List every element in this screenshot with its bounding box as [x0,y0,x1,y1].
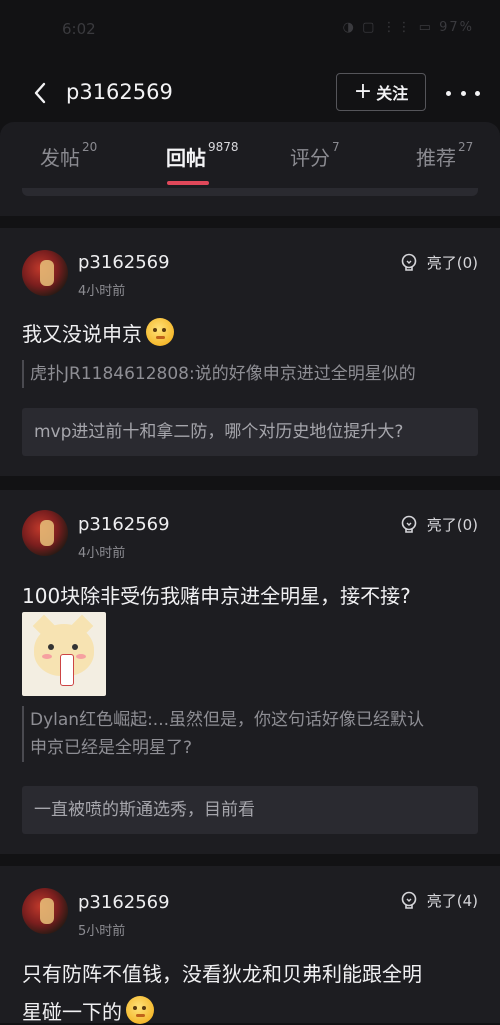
more-dot [475,90,480,96]
thread-title-link[interactable]: 一直被喷的斯通选秀，目前看 [22,786,478,834]
post-time: 4小时前 [78,546,126,561]
sweat-emoji-icon [126,996,154,1024]
follow-label: 关注 [376,84,409,103]
quoted-text: 虎扑JR1184612808:说的好像申京进过全明星似的 [22,360,478,388]
post-content: 100块除非受伤我赌申京进全明星，接不接? [22,584,411,608]
tab-label: 发帖 [40,146,80,170]
post-content-line: 星碰一下的 [22,996,154,1025]
tab-count: 9878 [208,140,239,154]
tab-posts[interactable]: 发帖 20 [40,140,98,171]
avatar[interactable] [22,888,68,934]
quote-line: 申京已经是全明星了? [30,738,193,758]
like-count: 亮了(4) [426,892,478,910]
like-button[interactable]: 亮了(0) [399,514,478,535]
thinking-emoji-icon [146,318,174,346]
avatar[interactable] [22,250,68,296]
sticker-part [72,644,78,650]
quoted-text: Dylan红色崛起:...虽然但是，你这句话好像已经默认 申京已经是全明星了? [22,706,478,762]
like-count: 亮了(0) [426,254,478,272]
tab-label: 回帖 [166,146,206,170]
like-button[interactable]: 亮了(4) [399,890,478,911]
tabs-panel: 发帖 20 回帖 9878 评分 7 推荐 27 [0,122,500,216]
follow-button[interactable]: + 关注 [336,73,426,111]
reply-card[interactable]: p3162569 5小时前 亮了(4) 只有防阵不值钱，没看狄龙和贝弗利能跟全明… [0,866,500,1025]
post-time: 5小时前 [78,924,126,939]
chevron-left-icon [34,82,46,104]
back-button[interactable] [26,78,56,108]
username[interactable]: p3162569 [78,252,170,273]
lightbulb-icon [401,515,417,533]
post-time: 4小时前 [78,284,126,299]
tab-label: 推荐 [416,146,456,170]
tab-label: 评分 [290,146,330,170]
more-button[interactable] [446,78,480,108]
post-content-text: 我又没说申京 [22,322,142,346]
sticker-part [60,654,74,686]
more-dots-icon [446,90,451,96]
avatar[interactable] [22,510,68,556]
username[interactable]: p3162569 [78,514,170,535]
reply-card[interactable]: p3162569 4小时前 亮了(0) 100块除非受伤我赌申京进全明星，接不接… [0,490,500,854]
thread-title-link[interactable]: mvp进过前十和拿二防，哪个对历史地位提升大? [22,408,478,456]
tab-ratings[interactable]: 评分 7 [290,140,340,171]
post-content-line: 只有防阵不值钱，没看狄龙和贝弗利能跟全明 [22,962,422,986]
lightbulb-icon [401,891,417,909]
like-count: 亮了(0) [426,516,478,534]
tab-count: 27 [458,140,474,154]
panel-divider [22,188,478,196]
active-tab-indicator [167,181,209,185]
sticker-part [42,654,52,659]
like-button[interactable]: 亮了(0) [399,252,478,273]
lightbulb-icon [401,253,417,271]
post-content: 我又没说申京 [22,318,174,347]
sticker-part [48,644,54,650]
tab-recommend[interactable]: 推荐 27 [416,140,474,171]
username[interactable]: p3162569 [78,892,170,913]
status-icons: ◑ ▢ ⋮⋮ ▭ 97% [342,20,474,35]
reply-card[interactable]: p3162569 4小时前 亮了(0) 我又没说申京 虎扑JR118461280… [0,228,500,476]
quote-line: Dylan红色崛起:...虽然但是，你这句话好像已经默认 [30,710,425,730]
tab-count: 7 [332,140,340,154]
tab-count: 20 [82,140,98,154]
more-dot [460,90,466,96]
profile-header: p3162569 + 关注 [0,66,500,122]
post-content-text: 星碰一下的 [22,1000,122,1024]
status-bar: 6:02 ◑ ▢ ⋮⋮ ▭ 97% [0,0,500,58]
page-title: p3162569 [66,80,173,104]
status-time: 6:02 [62,20,96,38]
cat-sticker-image[interactable] [22,612,106,696]
plus-icon: + [353,79,373,104]
tab-replies[interactable]: 回帖 9878 [166,140,239,171]
